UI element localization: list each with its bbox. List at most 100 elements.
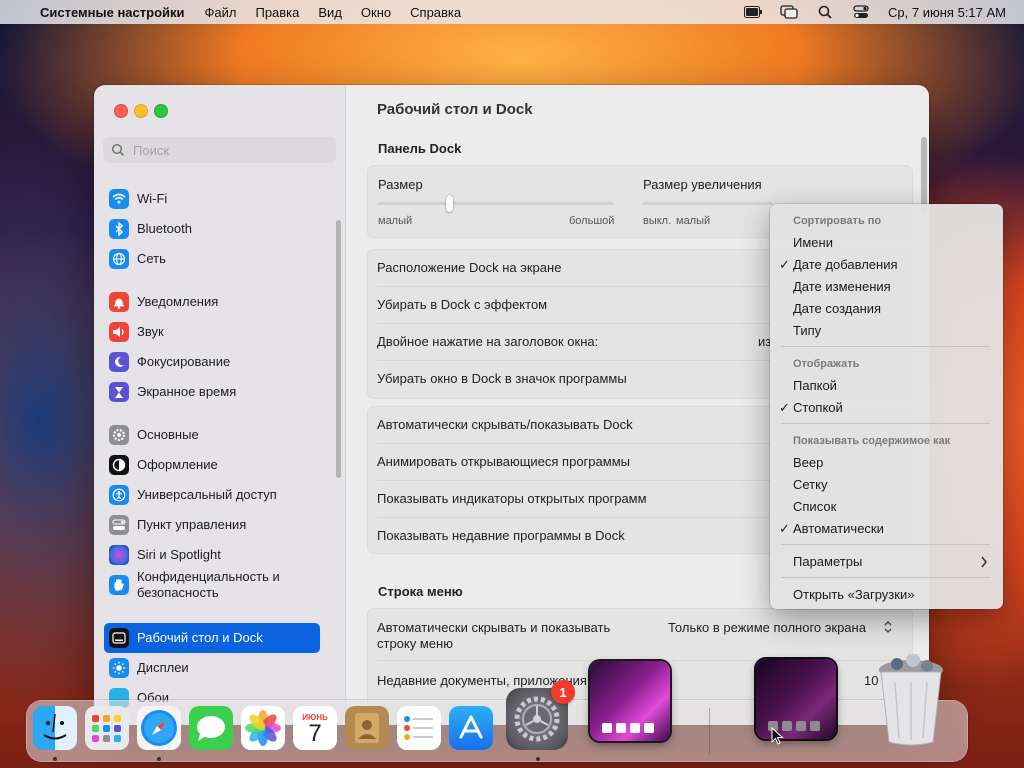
sidebar-item-notifications[interactable]: Уведомления bbox=[104, 289, 320, 315]
menu-item-sort-date-added[interactable]: Дате добавления bbox=[793, 257, 898, 272]
sidebar-item-general[interactable]: Основные bbox=[104, 422, 320, 448]
sidebar-item-sound[interactable]: Звук bbox=[104, 319, 320, 345]
dock-stack-downloads[interactable] bbox=[756, 659, 836, 739]
sidebar-item-appearance[interactable]: Оформление bbox=[104, 452, 320, 478]
sidebar-item-label: Звук bbox=[137, 324, 164, 339]
clock[interactable]: Ср, 7 июня 5:17 AM bbox=[888, 5, 1006, 20]
menu-view[interactable]: Вид bbox=[318, 5, 342, 20]
sidebar-item-siri-spotlight[interactable]: Siri и Spotlight bbox=[104, 542, 320, 568]
view-content-as-header: Показывать содержимое как bbox=[793, 435, 951, 447]
size-slider-knob[interactable] bbox=[445, 195, 453, 212]
sidebar-item-wifi[interactable]: Wi-Fi bbox=[104, 186, 320, 212]
magnification-slider-track[interactable] bbox=[643, 202, 773, 205]
hand-icon bbox=[109, 575, 129, 595]
dock-app-photos[interactable] bbox=[241, 706, 285, 750]
menu-item-display-folder[interactable]: Папкой bbox=[793, 378, 837, 393]
menu-item-view-fan[interactable]: Веер bbox=[793, 455, 823, 470]
sidebar-item-network[interactable]: Сеть bbox=[104, 246, 320, 272]
menu-edit[interactable]: Правка bbox=[255, 5, 299, 20]
sidebar-item-desktop-dock[interactable]: Рабочий стол и Dock bbox=[104, 623, 320, 653]
menu-window[interactable]: Окно bbox=[361, 5, 391, 20]
spotlight-search-icon[interactable] bbox=[816, 5, 834, 19]
downloads-stack-context-menu: Сортировать по Имени ✓ Дате добавления Д… bbox=[770, 204, 1003, 609]
minimize-window-button[interactable] bbox=[134, 104, 148, 118]
moon-icon bbox=[109, 352, 129, 372]
menu-item-open-downloads[interactable]: Открыть «Загрузки» bbox=[793, 587, 914, 602]
menu-item-sort-date-modified[interactable]: Дате изменения bbox=[793, 279, 891, 294]
sidebar-item-label: Экранное время bbox=[137, 384, 237, 399]
menu-item-sort-name[interactable]: Имени bbox=[793, 235, 833, 250]
control-center-icon[interactable] bbox=[852, 5, 870, 19]
dock-section-title: Панель Dock bbox=[378, 141, 462, 156]
dock-app-reminders[interactable] bbox=[397, 706, 441, 750]
autohide-dock-label: Автоматически скрывать/показывать Dock bbox=[377, 417, 633, 432]
menu-item-options[interactable]: Параметры bbox=[793, 554, 862, 569]
sort-by-header: Сортировать по bbox=[793, 215, 882, 227]
close-window-button[interactable] bbox=[114, 104, 128, 118]
dock-stack-applications[interactable] bbox=[590, 661, 670, 741]
globe-icon bbox=[109, 249, 129, 269]
size-max-label: большой bbox=[569, 215, 615, 227]
show-indicators-label: Показывать индикаторы открытых программ bbox=[377, 491, 647, 506]
search-field[interactable] bbox=[103, 137, 336, 163]
menu-item-display-stack[interactable]: Стопкой bbox=[793, 400, 843, 415]
popup-chevron-icon[interactable] bbox=[883, 620, 893, 634]
menu-item-view-grid[interactable]: Сетку bbox=[793, 477, 827, 492]
contacts-icon bbox=[355, 713, 379, 743]
page-title: Рабочий стол и Dock bbox=[377, 101, 533, 118]
sidebar-item-focus[interactable]: Фокусирование bbox=[104, 349, 320, 375]
sidebar-item-label: Wi-Fi bbox=[137, 191, 168, 206]
menu-item-sort-date-created[interactable]: Дате создания bbox=[793, 301, 881, 316]
magnification-off-label: выкл. bbox=[643, 215, 672, 227]
sidebar-item-bluetooth[interactable]: Bluetooth bbox=[104, 216, 320, 242]
sidebar-item-label: Оформление bbox=[137, 457, 218, 472]
app-menu[interactable]: Системные настройки bbox=[40, 5, 185, 20]
reminders-list-icon bbox=[404, 716, 433, 740]
menu-file[interactable]: Файл bbox=[205, 5, 237, 20]
dock-app-messages[interactable] bbox=[189, 706, 233, 750]
sidebar-item-label: Bluetooth bbox=[137, 221, 192, 236]
bell-icon bbox=[109, 292, 129, 312]
dock-position-label: Расположение Dock на экране bbox=[377, 260, 562, 275]
zoom-window-button[interactable] bbox=[154, 104, 168, 118]
autohide-menubar-popup[interactable]: Только в режиме полного экрана bbox=[668, 620, 866, 635]
checkmark-icon: ✓ bbox=[779, 400, 790, 415]
menu-item-sort-kind[interactable]: Типу bbox=[793, 323, 821, 338]
sidebar-item-privacy-security[interactable]: Конфиденциальность и безопасность bbox=[104, 567, 320, 603]
dock-separator bbox=[709, 708, 710, 754]
sidebar-item-screen-time[interactable]: Экранное время bbox=[104, 379, 320, 405]
dock-app-finder[interactable] bbox=[33, 706, 77, 750]
size-min-label: малый bbox=[378, 215, 413, 227]
dock-app-launchpad[interactable] bbox=[85, 706, 129, 750]
dock-app-app-store[interactable] bbox=[449, 706, 493, 750]
search-input[interactable] bbox=[131, 141, 325, 159]
minimize-to-app-icon-label: Убирать окно в Dock в значок программы bbox=[377, 371, 627, 386]
calendar-day: 7 bbox=[308, 719, 322, 747]
dock-trash[interactable] bbox=[873, 653, 949, 748]
control-center-icon bbox=[109, 515, 129, 535]
size-slider-track[interactable] bbox=[378, 202, 613, 205]
siri-icon bbox=[109, 545, 129, 565]
menu-item-view-automatic[interactable]: Автоматически bbox=[793, 521, 884, 536]
dock-app-contacts[interactable] bbox=[345, 706, 389, 750]
sidebar-item-displays[interactable]: Дисплеи bbox=[104, 655, 320, 681]
dock-app-safari[interactable] bbox=[137, 706, 181, 750]
sidebar-scrollbar[interactable] bbox=[336, 220, 341, 478]
running-indicator bbox=[53, 757, 57, 761]
menu-item-view-list[interactable]: Список bbox=[793, 499, 836, 514]
checkmark-icon: ✓ bbox=[779, 257, 790, 272]
menu-separator bbox=[781, 423, 990, 424]
dock-app-calendar[interactable]: ИЮНЬ 7 bbox=[293, 706, 337, 750]
sidebar-item-label: Siri и Spotlight bbox=[137, 547, 221, 562]
gear-icon bbox=[109, 425, 129, 445]
battery-icon[interactable] bbox=[744, 5, 763, 19]
show-recent-apps-label: Показывать недавние программы в Dock bbox=[377, 528, 625, 543]
stack-item bbox=[602, 723, 612, 733]
screen-mirroring-icon[interactable] bbox=[780, 5, 798, 19]
sidebar-item-accessibility[interactable]: Универсальный доступ bbox=[104, 482, 320, 508]
menu-help[interactable]: Справка bbox=[410, 5, 461, 20]
menu-separator bbox=[781, 577, 990, 578]
content-scrollbar[interactable] bbox=[921, 137, 927, 212]
menu-separator bbox=[781, 544, 990, 545]
sidebar-item-control-center[interactable]: Пункт управления bbox=[104, 512, 320, 538]
